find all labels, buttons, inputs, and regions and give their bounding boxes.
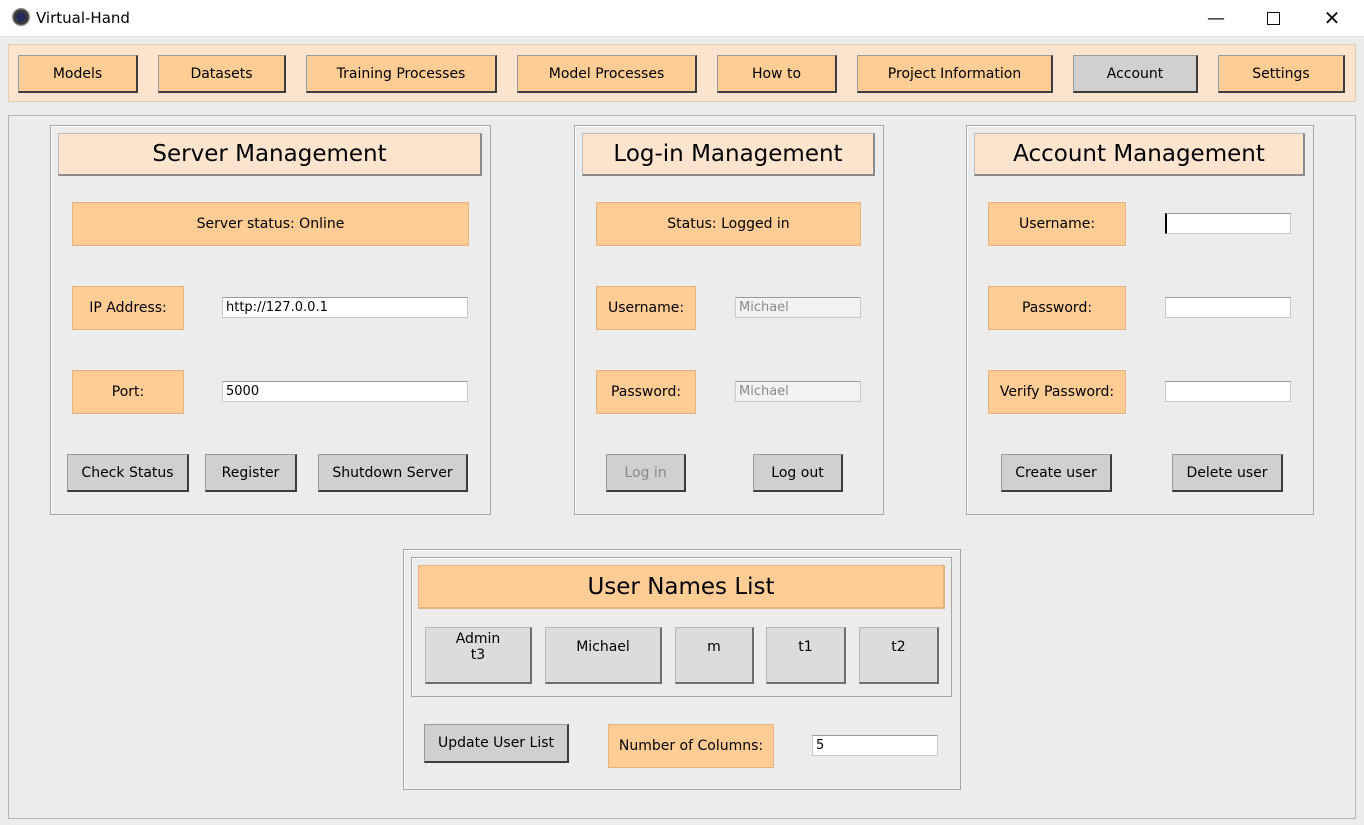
- login-status-badge: Status: Logged in: [596, 202, 861, 246]
- update-user-list-button[interactable]: Update User List: [424, 724, 569, 763]
- log-out-button[interactable]: Log out: [753, 454, 843, 492]
- ip-address-input[interactable]: [222, 297, 468, 318]
- login-password-label: Password:: [596, 370, 696, 414]
- account-management-title: Account Management: [974, 133, 1305, 176]
- account-username-input[interactable]: [1165, 213, 1291, 234]
- verify-password-input[interactable]: [1165, 381, 1291, 402]
- create-user-button[interactable]: Create user: [1001, 454, 1112, 492]
- nav-datasets-button[interactable]: Datasets: [158, 55, 286, 93]
- user-name-cell[interactable]: Admin t3: [425, 627, 532, 684]
- server-management-title: Server Management: [58, 133, 482, 176]
- log-in-button[interactable]: Log in: [606, 454, 686, 492]
- verify-password-label: Verify Password:: [988, 370, 1126, 414]
- login-username-label: Username:: [596, 286, 696, 330]
- login-username-field[interactable]: [735, 297, 861, 318]
- login-password-field[interactable]: [735, 381, 861, 402]
- nav-models-button[interactable]: Models: [18, 55, 138, 93]
- nav-training-processes-button[interactable]: Training Processes: [306, 55, 497, 93]
- register-button[interactable]: Register: [205, 454, 297, 492]
- shutdown-server-button[interactable]: Shutdown Server: [318, 454, 468, 492]
- minimize-icon[interactable]: —: [1193, 0, 1239, 36]
- nav-project-information-button[interactable]: Project Information: [857, 55, 1053, 93]
- nav-how-to-button[interactable]: How to: [717, 55, 837, 93]
- close-icon[interactable]: ✕: [1309, 0, 1355, 36]
- login-management-title: Log-in Management: [582, 133, 875, 176]
- window-title: Virtual-Hand: [36, 9, 130, 27]
- server-status-badge: Server status: Online: [72, 202, 469, 246]
- title-bar: Virtual-Hand — ✕: [0, 0, 1364, 37]
- nav-settings-button[interactable]: Settings: [1218, 55, 1345, 93]
- user-names-title: User Names List: [418, 565, 945, 609]
- number-of-columns-label: Number of Columns:: [608, 724, 774, 768]
- port-input[interactable]: [222, 381, 468, 402]
- number-of-columns-input[interactable]: [812, 735, 938, 756]
- nav-model-processes-button[interactable]: Model Processes: [517, 55, 697, 93]
- delete-user-button[interactable]: Delete user: [1172, 454, 1283, 492]
- account-password-input[interactable]: [1165, 297, 1291, 318]
- user-name-cell[interactable]: m: [675, 627, 754, 684]
- port-label: Port:: [72, 370, 184, 414]
- user-name-cell[interactable]: t2: [859, 627, 939, 684]
- maximize-icon[interactable]: [1250, 0, 1296, 36]
- nav-account-button[interactable]: Account: [1073, 55, 1198, 93]
- account-username-label: Username:: [988, 202, 1126, 246]
- ip-address-label: IP Address:: [72, 286, 184, 330]
- check-status-button[interactable]: Check Status: [67, 454, 189, 492]
- user-name-cell[interactable]: t1: [766, 627, 846, 684]
- app-logo-icon: [12, 8, 30, 26]
- account-password-label: Password:: [988, 286, 1126, 330]
- user-name-cell[interactable]: Michael: [545, 627, 662, 684]
